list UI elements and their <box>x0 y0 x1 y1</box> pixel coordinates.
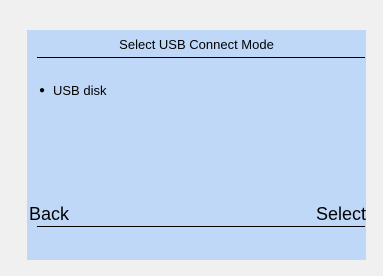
back-softkey[interactable]: Back <box>29 202 69 226</box>
select-softkey[interactable]: Select <box>316 202 366 226</box>
menu-list: ● USB disk <box>27 82 366 100</box>
bullet-icon: ● <box>38 85 46 96</box>
device-frame: Select USB Connect Mode ● USB disk Back … <box>0 0 383 276</box>
title-divider <box>37 57 365 58</box>
screen-title: Select USB Connect Mode <box>119 37 274 52</box>
footer-divider <box>37 226 365 227</box>
menu-item-label: USB disk <box>53 83 107 98</box>
menu-item-usb-disk[interactable]: ● USB disk <box>27 82 366 100</box>
